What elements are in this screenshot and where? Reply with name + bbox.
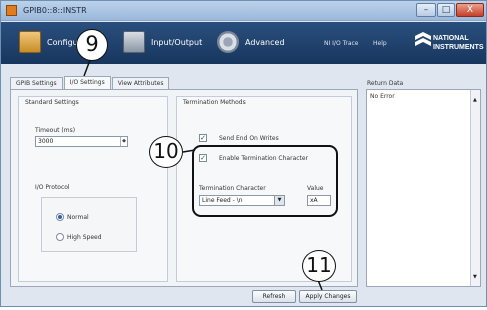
callout-10: 10 — [149, 136, 183, 168]
callout-11: 11 — [302, 250, 336, 282]
callout-pointers — [83, 59, 323, 291]
callout-9: 9 — [76, 29, 108, 61]
callout-9-pointer — [83, 59, 91, 77]
callout-10-pointer — [182, 149, 196, 153]
